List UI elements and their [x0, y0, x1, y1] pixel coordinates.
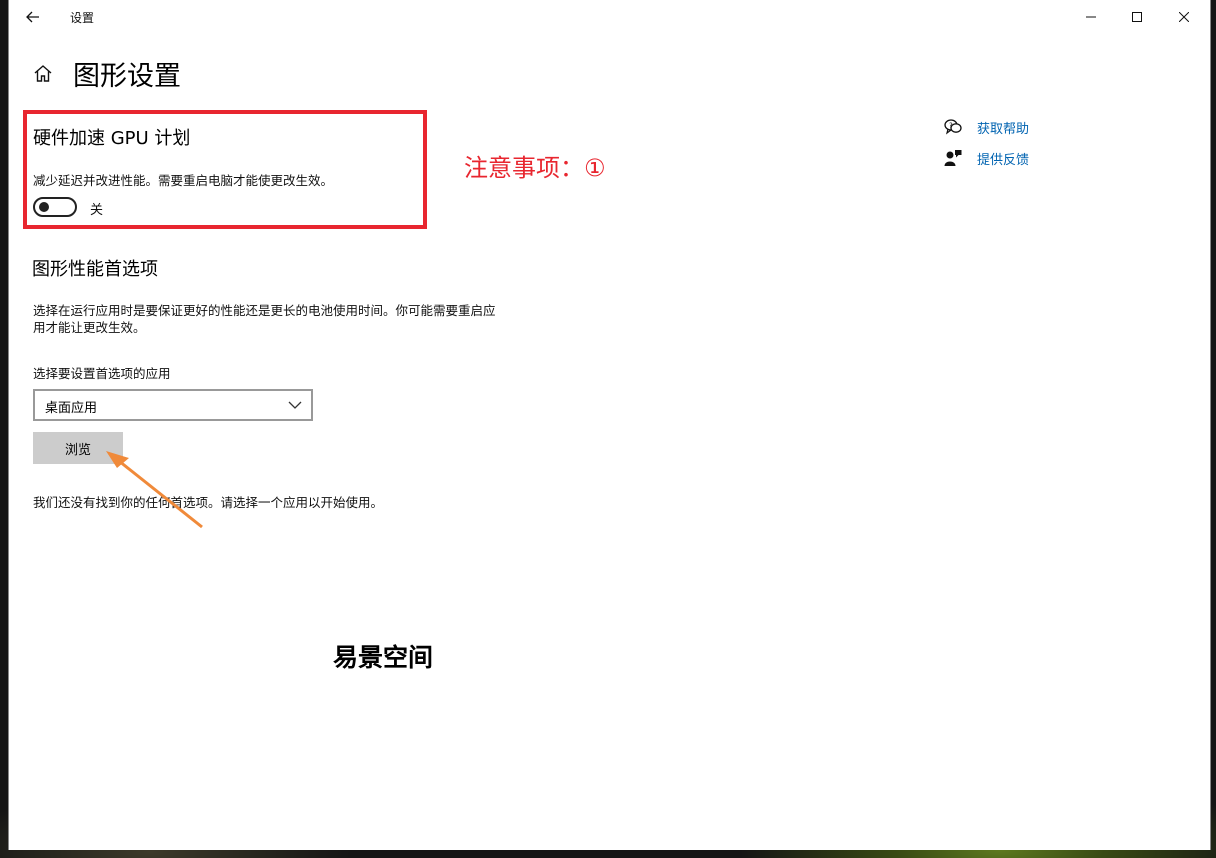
home-icon	[34, 65, 52, 82]
maximize-icon	[1132, 12, 1142, 22]
title-bar: 设置	[9, 0, 1210, 34]
back-button[interactable]	[19, 4, 47, 30]
graphics-performance-description: 选择在运行应用时是要保证更好的性能还是更长的电池使用时间。你可能需要重启应用才能…	[33, 303, 496, 335]
feedback-icon	[944, 150, 962, 166]
graphics-performance-title: 图形性能首选项	[32, 259, 158, 280]
minimize-button[interactable]	[1068, 2, 1114, 32]
dropdown-selected-value: 桌面应用	[45, 401, 98, 416]
toggle-knob	[39, 202, 49, 212]
svg-text:?: ?	[949, 122, 953, 130]
gpu-scheduling-toggle[interactable]	[33, 197, 77, 217]
back-arrow-icon	[26, 11, 39, 23]
window-title: 设置	[70, 11, 95, 25]
watermark-text: 易景空间	[333, 643, 434, 672]
get-help-link[interactable]: ? 获取帮助	[944, 116, 1064, 138]
maximize-button[interactable]	[1114, 2, 1160, 32]
browse-button[interactable]: 浏览	[33, 432, 123, 464]
annotation-note: 注意事项：①	[464, 154, 606, 182]
no-preferences-message: 我们还没有找到你的任何首选项。请选择一个应用以开始使用。	[33, 495, 384, 510]
give-feedback-link[interactable]: 提供反馈	[944, 147, 1064, 169]
help-chat-icon: ?	[944, 119, 962, 135]
close-button[interactable]	[1161, 2, 1207, 32]
give-feedback-label: 提供反馈	[977, 153, 1030, 168]
toggle-state-label: 关	[90, 203, 104, 218]
app-type-dropdown[interactable]: 桌面应用	[33, 389, 313, 421]
app-select-label: 选择要设置首选项的应用	[33, 366, 171, 381]
settings-window: 设置 图形设置 硬件加速 GPU 计划 减少延迟并改进性能。需要重启电脑才能使更…	[8, 0, 1211, 850]
minimize-icon	[1086, 16, 1096, 18]
chevron-down-icon	[288, 401, 302, 409]
page-title: 图形设置	[73, 61, 181, 92]
gpu-scheduling-description: 减少延迟并改进性能。需要重启电脑才能使更改生效。	[33, 173, 334, 188]
home-button[interactable]	[32, 63, 54, 85]
get-help-label: 获取帮助	[977, 122, 1030, 137]
close-icon	[1179, 12, 1189, 22]
gpu-scheduling-title: 硬件加速 GPU 计划	[33, 128, 191, 149]
